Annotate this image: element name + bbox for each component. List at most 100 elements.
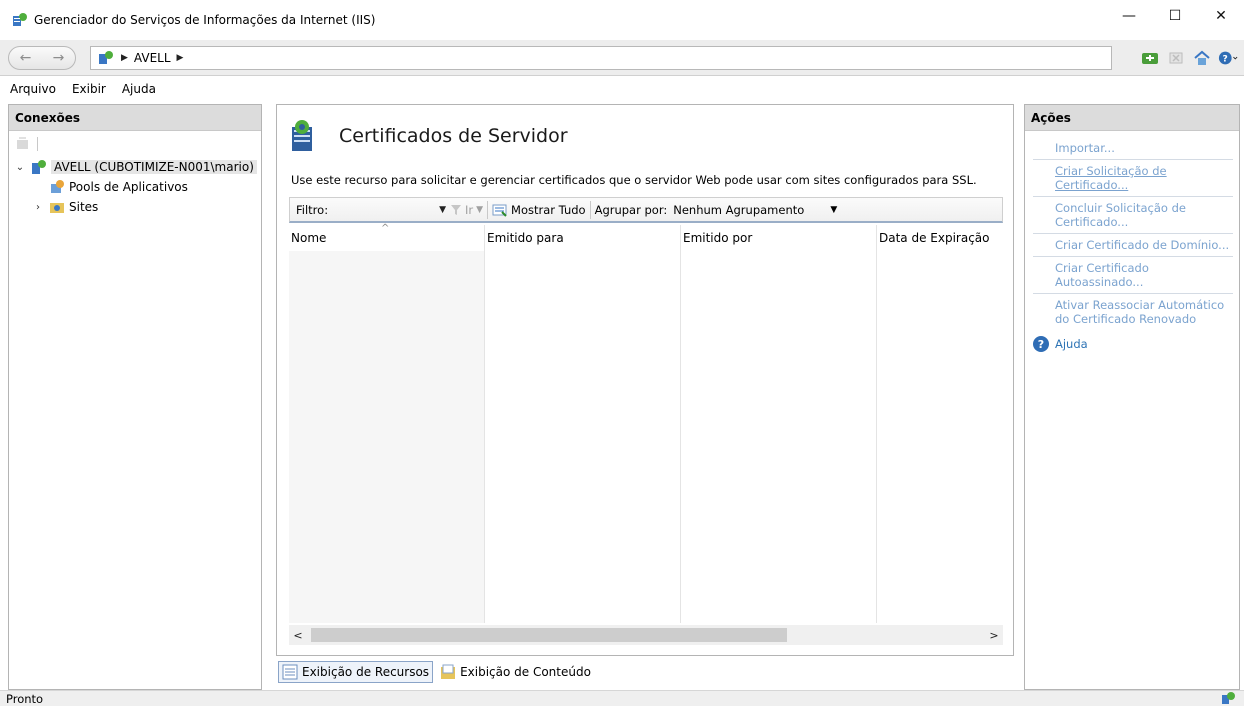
window-title: Gerenciador do Serviços de Informações d… <box>34 13 376 27</box>
nav-buttons: ← → <box>8 46 76 70</box>
grid-column-emitido-para <box>485 251 681 623</box>
column-header-nome[interactable]: ^ Nome <box>289 223 485 251</box>
view-tabs: Exibição de Recursos Exibição de Conteúd… <box>278 660 594 684</box>
menu-bar: Arquivo Exibir Ajuda <box>0 76 1244 102</box>
status-text: Pronto <box>6 691 44 706</box>
breadcrumb-separator-icon[interactable]: ▶ <box>177 53 184 63</box>
features-view-icon <box>282 664 298 680</box>
show-all-label: Mostrar Tudo <box>511 202 586 217</box>
group-by-label: Agrupar por: <box>594 202 668 217</box>
tree-node-label: AVELL (CUBOTIMIZE-N001\mario) <box>51 160 257 174</box>
action-complete-certificate-request[interactable]: Concluir Solicitação de Certificado... <box>1033 197 1233 234</box>
filter-input[interactable]: ▼ <box>338 200 450 220</box>
stop-icon[interactable] <box>1166 48 1186 68</box>
tree-node-server[interactable]: ⌄ AVELL (CUBOTIMIZE-N001\mario) <box>13 157 261 177</box>
collapse-icon[interactable]: ⌄ <box>13 162 27 173</box>
grid-column-nome <box>289 251 485 623</box>
server-icon <box>32 160 46 174</box>
sort-ascending-icon: ^ <box>381 223 390 234</box>
tree-node-sites[interactable]: › Sites <box>13 197 261 217</box>
toolbar-separator <box>589 200 591 219</box>
connections-header: Conexões <box>9 105 261 131</box>
close-button[interactable]: ✕ <box>1198 0 1244 32</box>
help-icon[interactable]: ? <box>1218 48 1238 68</box>
server-certificates-pane: Certificados de Servidor Use este recurs… <box>276 104 1014 656</box>
actions-pane: Ações Importar... Criar Solicitação de C… <box>1024 104 1240 690</box>
scroll-left-icon[interactable]: < <box>289 629 307 642</box>
column-label: Data de Expiração <box>879 231 990 245</box>
sites-folder-icon <box>50 203 64 213</box>
go-label: Ir <box>465 202 474 217</box>
expand-icon[interactable]: › <box>31 202 45 213</box>
new-connection-icon[interactable] <box>15 136 31 152</box>
column-label: Emitido por <box>683 231 753 245</box>
iis-app-icon <box>13 13 27 26</box>
group-by-value: Nenhum Agrupamento <box>673 202 805 217</box>
column-header-emitido-para[interactable]: Emitido para <box>485 225 681 251</box>
group-by-select[interactable]: Nenhum Agrupamento ▼ <box>667 203 843 217</box>
action-help[interactable]: ? Ajuda <box>1033 330 1233 356</box>
action-create-domain-certificate[interactable]: Criar Certificado de Domínio... <box>1033 234 1233 257</box>
certificates-grid: ^ Nome Emitido para Emitido por Data de … <box>289 223 1003 623</box>
tree-node-label: Pools de Aplicativos <box>69 180 188 194</box>
feature-heading: Certificados de Servidor <box>289 119 568 153</box>
address-row: ← → ▶ AVELL ▶ ? <box>0 40 1244 76</box>
app-pool-icon <box>51 180 64 193</box>
grid-column-emitido-por <box>681 251 877 623</box>
horizontal-scrollbar[interactable]: < > <box>289 625 1003 645</box>
action-import[interactable]: Importar... <box>1033 137 1233 160</box>
column-header-emitido-por[interactable]: Emitido por <box>681 225 877 251</box>
column-label: Nome <box>291 231 327 245</box>
filter-go-icon <box>451 204 461 215</box>
filter-label: Filtro: <box>296 202 329 217</box>
column-label: Emitido para <box>487 231 564 245</box>
content-view-icon <box>441 664 456 679</box>
action-create-self-signed-certificate[interactable]: Criar Certificado Autoassinado... <box>1033 257 1233 294</box>
connect-icon[interactable] <box>1140 48 1160 68</box>
column-header-data-expiracao[interactable]: Data de Expiração <box>877 225 1003 251</box>
back-button[interactable]: ← <box>20 50 32 66</box>
minimize-button[interactable]: — <box>1106 0 1152 32</box>
breadcrumb-separator-icon: ▶ <box>121 53 128 63</box>
maximize-button[interactable]: ☐ <box>1152 0 1198 32</box>
chevron-down-icon: ▼ <box>830 204 838 215</box>
toolbar-separator <box>487 200 489 219</box>
show-all-icon <box>492 204 507 217</box>
action-enable-auto-rebind[interactable]: Ativar Reassociar Automático do Certific… <box>1033 294 1233 330</box>
menu-arquivo[interactable]: Arquivo <box>10 82 56 96</box>
tab-label: Exibição de Conteúdo <box>460 665 591 679</box>
page-title: Certificados de Servidor <box>339 125 568 147</box>
breadcrumb-item-avell[interactable]: AVELL <box>134 51 171 65</box>
tree-node-label: Sites <box>69 200 99 214</box>
tab-features-view[interactable]: Exibição de Recursos <box>278 661 434 683</box>
menu-exibir[interactable]: Exibir <box>72 82 106 96</box>
actions-header: Ações <box>1025 105 1239 131</box>
show-all-button[interactable]: Mostrar Tudo <box>492 203 586 217</box>
home-icon[interactable] <box>1192 48 1212 68</box>
svg-text:?: ? <box>1223 55 1228 65</box>
status-bar: Pronto <box>0 690 1244 706</box>
tab-content-view[interactable]: Exibição de Conteúdo <box>437 661 594 683</box>
actions-list: Importar... Criar Solicitação de Certifi… <box>1025 131 1239 356</box>
address-breadcrumb[interactable]: ▶ AVELL ▶ <box>90 46 1112 70</box>
menu-ajuda[interactable]: Ajuda <box>122 82 156 96</box>
status-connection-icon <box>1222 692 1235 704</box>
connections-tree: ⌄ AVELL (CUBOTIMIZE-N001\mario) Pools de… <box>9 157 261 217</box>
tree-node-app-pools[interactable]: Pools de Aplicativos <box>13 177 261 197</box>
certificate-server-icon <box>292 120 312 151</box>
scroll-right-icon[interactable]: > <box>985 629 1003 642</box>
action-create-certificate-request[interactable]: Criar Solicitação de Certificado... <box>1033 160 1233 197</box>
server-icon <box>99 51 113 64</box>
tab-label: Exibição de Recursos <box>302 665 430 679</box>
help-label: Ajuda <box>1055 337 1088 351</box>
toolbar-divider <box>37 137 38 151</box>
go-dropdown-icon[interactable]: ▼ <box>476 205 483 215</box>
connections-pane: Conexões ⌄ AVELL (CUBOTIMIZE-N001\mario)… <box>8 104 262 690</box>
grid-header: ^ Nome Emitido para Emitido por Data de … <box>289 223 1003 251</box>
scroll-thumb[interactable] <box>311 628 787 642</box>
toolbar-icons: ? <box>1140 48 1238 68</box>
go-button[interactable]: Ir ▼ <box>450 203 483 217</box>
feature-description: Use este recurso para solicitar e gerenc… <box>291 173 977 187</box>
help-icon: ? <box>1033 336 1049 352</box>
forward-button[interactable]: → <box>53 50 65 66</box>
